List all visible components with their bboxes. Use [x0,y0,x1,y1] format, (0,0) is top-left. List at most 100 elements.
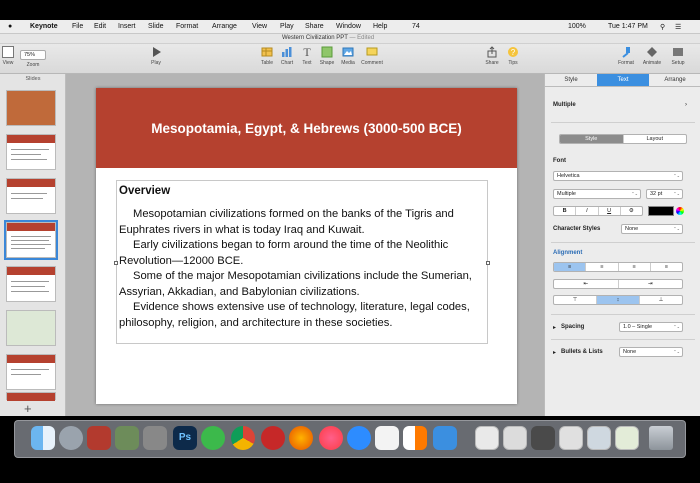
view-icon [2,46,14,58]
add-slide-button[interactable]: + [24,401,32,416]
slide-thumbnail-2[interactable] [6,134,56,170]
slide-thumbnail-3[interactable] [6,178,56,214]
wechat-icon[interactable] [201,426,225,450]
finder-icon[interactable] [31,426,55,450]
align-center-icon[interactable]: ≡ [586,263,619,271]
paragraph-4[interactable]: Evidence shows extensive use of technolo… [119,300,485,331]
menu-edit[interactable]: Edit [94,23,106,30]
menu-share[interactable]: Share [305,23,324,30]
photo-booth-icon[interactable] [87,426,111,450]
animate-button[interactable]: Animate [638,46,666,66]
tab-arrange[interactable]: Arrange [649,74,700,86]
overview-heading[interactable]: Overview [119,185,485,197]
zoom-app-icon[interactable] [347,426,371,450]
bullets-lists-select[interactable]: None [619,347,683,357]
format-button[interactable]: Format [612,46,640,66]
slide-thumbnail-6[interactable] [6,310,56,346]
align-top-icon[interactable]: ⊤ [554,296,597,304]
trash-icon[interactable] [649,426,673,450]
text-options-gear-icon[interactable]: ⚙ [621,207,642,215]
launchpad-icon[interactable] [59,426,83,450]
tips-button[interactable]: ? Tips [499,46,527,66]
tab-text[interactable]: Text [597,74,649,86]
slide-thumbnail-7[interactable] [6,354,56,390]
menu-play[interactable]: Play [280,23,294,30]
character-styles-select[interactable]: None [621,224,683,234]
spotlight-icon[interactable]: ⚲ [660,23,665,31]
vpn-app-icon[interactable] [261,426,285,450]
photoshop-icon[interactable]: Ps [173,426,197,450]
menu-slide[interactable]: Slide [148,23,164,30]
bullets-disclosure-icon[interactable]: ▸ [553,349,556,356]
zoom-select[interactable]: 75% [20,50,46,60]
slide[interactable]: Mesopotamia, Egypt, & Hebrews (3000-500 … [96,88,517,404]
increase-indent-icon[interactable]: ⇥ [619,280,683,288]
menu-keynote[interactable]: Keynote [30,23,58,30]
spacing-select[interactable]: 1.0 – Single [619,322,683,332]
menu-window[interactable]: Window [336,23,361,30]
notification-center-icon[interactable]: ☰ [675,23,681,31]
menu-insert[interactable]: Insert [118,23,136,30]
chart-icon [282,47,292,57]
resize-handle-left[interactable] [114,261,118,265]
document-title[interactable]: Western Civilization PPT — Edited [282,35,374,41]
paragraph-style-select[interactable]: Multiple [553,102,576,108]
music-icon[interactable] [319,426,343,450]
document-icon[interactable] [615,426,639,450]
align-left-icon[interactable]: ≡ [554,263,587,271]
notes-app-icon[interactable] [375,426,399,450]
status-clock[interactable]: Tue 1:47 PM [608,23,648,30]
menu-file[interactable]: File [72,23,83,30]
keynote-icon[interactable] [433,426,457,450]
firefox-icon[interactable] [289,426,313,450]
window-preview-icon[interactable] [531,426,555,450]
vlc-icon[interactable] [403,426,427,450]
document-icon[interactable] [475,426,499,450]
font-typeface-select[interactable]: Multiple [553,189,641,199]
style-segment[interactable]: Style [560,135,624,143]
font-family-select[interactable]: Helvetica [553,171,683,181]
image-capture-icon[interactable] [115,426,139,450]
paragraph-3[interactable]: Some of the major Mesopotamian civilizat… [119,269,485,300]
system-app-icon[interactable] [143,426,167,450]
bold-button[interactable]: B [554,207,577,215]
window-preview-icon[interactable] [587,426,611,450]
slide-title[interactable]: Mesopotamia, Egypt, & Hebrews (3000-500 … [96,121,517,136]
menu-help[interactable]: Help [373,23,387,30]
table-icon [261,47,273,57]
setup-button[interactable]: Setup [664,46,692,66]
font-size-field[interactable]: 32 pt [646,189,683,199]
paragraph-1[interactable]: Mesopotamian civilizations formed on the… [119,207,485,238]
text-color-well[interactable] [648,206,674,216]
align-right-icon[interactable]: ≡ [619,263,651,271]
align-justify-icon[interactable]: ≡ [651,263,682,271]
comment-button[interactable]: Comment [358,46,386,66]
color-wheel-icon[interactable] [676,207,684,215]
chevron-right-icon[interactable]: › [685,102,687,108]
decrease-indent-icon[interactable]: ⇤ [554,280,619,288]
spacing-disclosure-icon[interactable]: ▸ [553,324,556,331]
chrome-icon[interactable] [231,426,255,450]
document-icon[interactable] [503,426,527,450]
menu-arrange[interactable]: Arrange [212,23,237,30]
align-middle-icon[interactable]: ↕ [597,296,640,304]
slide-thumbnail-1[interactable] [6,90,56,126]
status-battery[interactable]: 100% [568,23,586,30]
body-text-box[interactable]: Overview Mesopotamian civilizations form… [116,180,488,344]
slide-thumbnail-4[interactable] [4,220,58,260]
document-icon[interactable] [559,426,583,450]
menu-view[interactable]: View [252,23,267,30]
resize-handle-right[interactable] [486,261,490,265]
menu-format[interactable]: Format [176,23,198,30]
paragraph-2[interactable]: Early civilizations began to form around… [119,238,485,269]
underline-button[interactable]: U [599,207,621,215]
apple-menu-icon[interactable]: ● [8,23,12,30]
layout-segment[interactable]: Layout [624,135,687,143]
play-button[interactable]: Play [142,46,170,66]
tab-style[interactable]: Style [545,74,597,86]
svg-text:?: ? [511,48,516,57]
align-bottom-icon[interactable]: ⊥ [640,296,682,304]
slide-thumbnail-8[interactable] [6,392,56,401]
slide-thumbnail-5[interactable] [6,266,56,302]
italic-button[interactable]: I [576,207,599,215]
